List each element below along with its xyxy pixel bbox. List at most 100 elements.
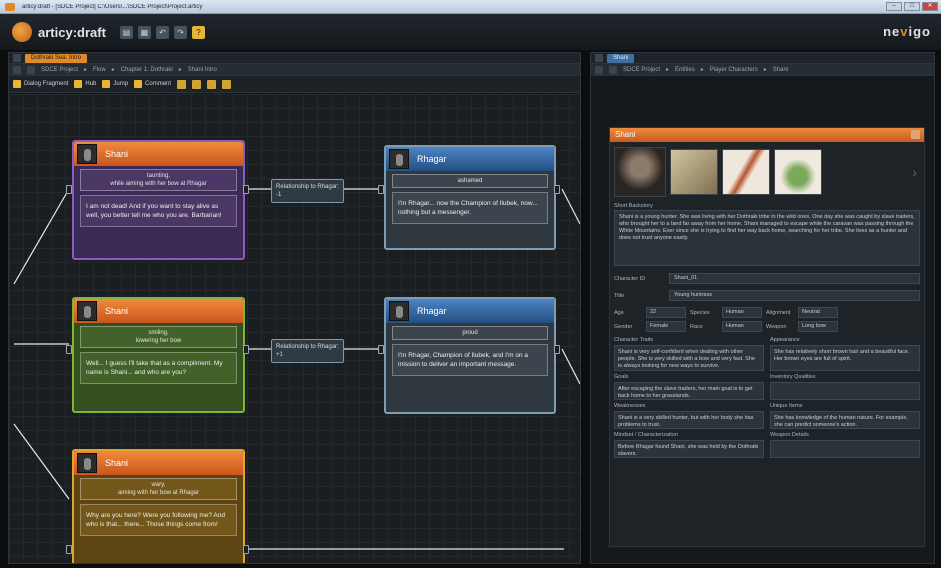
chevron-right-icon[interactable]: › — [912, 164, 917, 180]
input-pin[interactable] — [378, 185, 384, 194]
window-titlebar[interactable]: articy:draft - [SDCE Project] C:\Users\.… — [0, 0, 941, 14]
stage-directions: smiling, lowering her bow — [80, 326, 237, 348]
window-title: articy:draft - [SDCE Project] C:\Users\.… — [22, 3, 203, 10]
redo-icon[interactable]: ↷ — [173, 25, 187, 39]
forward-icon[interactable] — [609, 65, 617, 74]
field-label: Character ID — [614, 275, 646, 282]
inventory-field[interactable] — [770, 382, 920, 400]
field-label: Goals — [614, 374, 629, 380]
tab-dothraki-intro[interactable]: Dothraki Sea: Intro — [25, 53, 88, 63]
entity-tab-row: Shani — [591, 53, 934, 64]
breadcrumb-item[interactable]: Shani — [773, 67, 788, 73]
output-pin[interactable] — [554, 185, 560, 194]
breadcrumb-item[interactable]: SDCE Project — [623, 67, 660, 73]
alignment-field[interactable]: Neutral — [798, 307, 838, 318]
speaker-name: Shani — [105, 458, 129, 468]
unique-items-field[interactable]: She has knowledge of the human nature. F… — [770, 411, 920, 429]
species-field[interactable]: Human — [722, 307, 762, 318]
input-pin[interactable] — [66, 345, 72, 354]
avatar — [389, 301, 409, 321]
landscape-image[interactable] — [670, 149, 718, 195]
breadcrumb-item[interactable]: Flow — [93, 67, 106, 73]
weapon-field[interactable]: Long bow — [798, 321, 838, 332]
tool-hub[interactable]: Hub — [74, 80, 96, 88]
breadcrumb-item[interactable]: Entities — [675, 67, 695, 73]
output-pin[interactable] — [243, 185, 249, 194]
portrait-image[interactable] — [614, 147, 666, 197]
tool-jump[interactable]: Jump — [102, 80, 128, 88]
panel-pin-icon[interactable] — [595, 54, 603, 62]
input-pin[interactable] — [66, 545, 72, 554]
tab-shani[interactable]: Shani — [607, 53, 635, 63]
backstory-text[interactable]: Shani is a young hunter. She was living … — [614, 210, 920, 266]
flow-breadcrumb: SDCE Project ▸ Flow ▸ Chapter 1: Dothraki ▸… — [9, 64, 580, 76]
character-id-field[interactable]: Shani_01 — [669, 273, 920, 284]
goals-field[interactable]: After escaping the slave traders, her ma… — [614, 382, 764, 400]
breadcrumb-item[interactable]: Chapter 1: Dothraki — [121, 67, 173, 73]
instruction-node[interactable]: Relationship to Rhagar: +1 — [271, 339, 344, 363]
dialog-fragment-icon — [13, 80, 21, 88]
dialog-node-shani-1[interactable]: Shani taunting, while aiming with her bo… — [72, 140, 245, 260]
age-field[interactable]: 22 — [646, 307, 686, 318]
weapon-details-field[interactable] — [770, 440, 920, 458]
back-icon[interactable] — [595, 65, 603, 74]
save-icon[interactable]: ▤ — [119, 25, 133, 39]
app-logo: articy:draft — [38, 24, 106, 40]
title-field[interactable]: Young huntress — [669, 290, 920, 301]
input-pin[interactable] — [378, 345, 384, 354]
dialog-text: Well... I guess I'll take that as a comp… — [80, 352, 237, 384]
character-traits-field[interactable]: Shani is very self-confident when dealin… — [614, 345, 764, 371]
dialog-node-shani-3[interactable]: Shani wary, aiming with her bow at Rhaga… — [72, 449, 245, 563]
minimize-button[interactable]: – — [886, 2, 902, 11]
back-icon[interactable] — [13, 65, 21, 74]
grid-icon[interactable]: ▦ — [137, 25, 151, 39]
input-pin[interactable] — [66, 185, 72, 194]
breadcrumb-item[interactable]: SDCE Project — [41, 67, 78, 73]
articy-logo-icon — [12, 22, 32, 42]
tool-comment[interactable]: Comment — [134, 80, 171, 88]
entity-sheet: Shani › Short Backstory Shani is a young… — [609, 127, 925, 547]
zoom-icon[interactable] — [192, 79, 202, 89]
panel-pin-icon[interactable] — [13, 54, 21, 62]
output-pin[interactable] — [243, 545, 249, 554]
maximize-button[interactable]: □ — [904, 2, 920, 11]
avatar — [77, 301, 97, 321]
tool-dialog-fragment[interactable]: Dialog Fragment — [13, 80, 68, 88]
close-button[interactable]: ✕ — [922, 2, 938, 11]
stage-directions: wary, aiming with her bow at Rhagar — [80, 478, 237, 500]
appearance-field[interactable]: She has relatively short brown hair and … — [770, 345, 920, 371]
field-label: Age — [614, 309, 624, 316]
breadcrumb-item[interactable]: Player Characters — [710, 67, 758, 73]
fit-icon[interactable] — [207, 79, 217, 89]
dialog-node-shani-2[interactable]: Shani smiling, lowering her bow Well... … — [72, 297, 245, 413]
output-pin[interactable] — [554, 345, 560, 354]
app-header: articy:draft ▤ ▦ ↶ ↷ ? nevigo — [0, 14, 941, 50]
weaknesses-field[interactable]: Shani is a very skilled hunter, but with… — [614, 411, 764, 429]
dialog-text: I'm Rhagar, Champion of Ilubek, and I'm … — [392, 344, 548, 376]
entity-header: Shani — [610, 128, 924, 142]
stage-directions: proud — [392, 326, 548, 340]
layout-icon[interactable] — [177, 79, 187, 89]
stats-grid: Age 22 Species Human Alignment Neutral G… — [610, 304, 924, 335]
align-icon[interactable] — [222, 79, 232, 89]
breadcrumb-item[interactable]: Shani Intro — [188, 67, 217, 73]
help-icon[interactable]: ? — [191, 25, 205, 39]
collapse-icon[interactable] — [911, 130, 920, 139]
forward-icon[interactable] — [27, 65, 35, 74]
media-gallery: › — [610, 142, 924, 202]
field-label: Character Traits — [614, 337, 654, 343]
entity-name: Shani — [615, 130, 636, 139]
gender-field[interactable]: Female — [646, 321, 686, 332]
dialog-node-rhagar-1[interactable]: Rhagar ashamed I'm Rhagar... now the Cha… — [384, 145, 556, 250]
race-field[interactable]: Human — [722, 321, 762, 332]
output-pin[interactable] — [243, 345, 249, 354]
instruction-node[interactable]: Relationship to Rhagar: -1 — [271, 179, 344, 203]
field-label: Weaknesses — [614, 403, 646, 409]
weapon-image[interactable] — [722, 149, 770, 195]
dialog-node-rhagar-2[interactable]: Rhagar proud I'm Rhagar, Champion of Ilu… — [384, 297, 556, 414]
flow-canvas[interactable]: Shani taunting, while aiming with her bo… — [9, 94, 580, 563]
creature-image[interactable] — [774, 149, 822, 195]
mindset-field[interactable]: Before Rhagar found Shani, she was held … — [614, 440, 764, 458]
undo-icon[interactable]: ↶ — [155, 25, 169, 39]
entity-breadcrumb: SDCE Project ▸ Entities ▸ Player Character… — [591, 64, 934, 76]
